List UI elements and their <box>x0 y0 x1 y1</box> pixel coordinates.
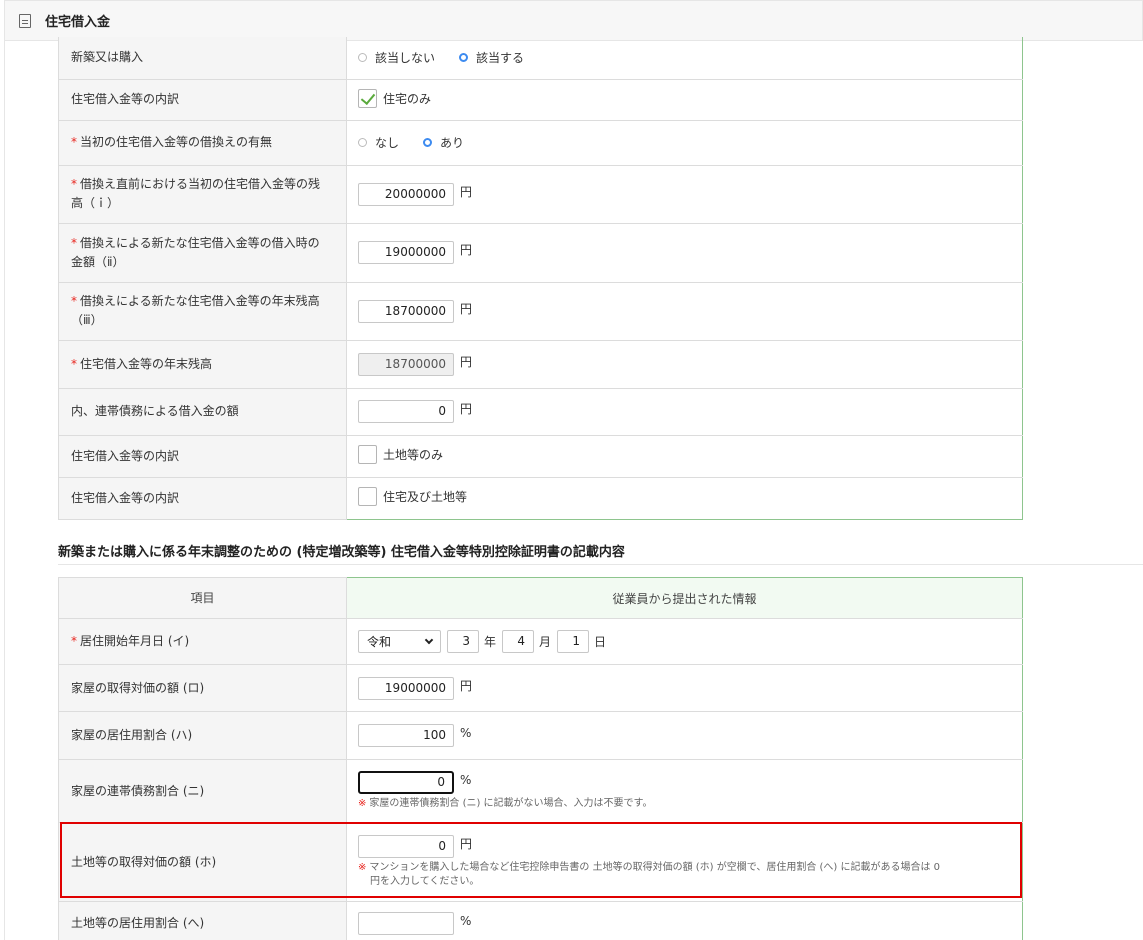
row-label: 住宅借入金等の内訳 <box>58 78 347 121</box>
table-row: 住宅借入金等の内訳 土地等のみ <box>58 434 1023 478</box>
section-title: 新築または購入に係る年末調整のための (特定増改築等) 住宅借入金等特別控除証明… <box>58 545 625 560</box>
row-label: * 借換え直前における当初の住宅借入金等の残 高（ｉ） <box>58 164 347 224</box>
page-header: 住宅借入金 <box>4 0 1143 41</box>
new-or-purchase-radio-group: 該当しない 該当する <box>358 49 1011 66</box>
radio-yes[interactable]: あり <box>423 134 464 151</box>
row-label: * 借換えによる新たな住宅借入金等の年末残高 （ⅲ） <box>58 281 347 341</box>
new-loan-amount-input[interactable]: 19000000 <box>358 241 454 264</box>
left-rail-divider <box>4 41 5 940</box>
table-row: 家屋の連帯債務割合 (ニ) 0% ※ 家屋の連帯債務割合 (ニ) に記載がない場合… <box>58 759 1023 823</box>
table-row: 土地等の取得対価の額 (ホ) 0円 ※ マンションを購入した場合など住宅控除申告書… <box>58 822 1023 902</box>
row-label: 土地等の居住用割合 (へ) <box>58 901 347 940</box>
row-label: * 当初の住宅借入金等の借換えの有無 <box>58 119 347 166</box>
row-label: 家屋の取得対価の額 (ロ) <box>58 664 347 712</box>
balance-before-input[interactable]: 20000000 <box>358 182 454 206</box>
day-input[interactable]: 1 <box>557 630 590 653</box>
row-label: 家屋の居住用割合 (ハ) <box>58 711 347 760</box>
refinance-radio-group: なし あり <box>358 134 1011 151</box>
table-row: * 当初の住宅借入金等の借換えの有無 なし あり <box>58 119 1023 166</box>
checkbox-icon <box>358 487 377 506</box>
column-header-info: 従業員から提出された情報 <box>346 577 1023 619</box>
radio-dot-icon <box>423 138 433 147</box>
land-residential-ratio-input[interactable] <box>358 912 454 935</box>
table-header-row: 項目 従業員から提出された情報 <box>58 577 1023 619</box>
table-row: 住宅借入金等の内訳 住宅のみ <box>58 78 1023 121</box>
table-row: 新築又は購入 該当しない 該当する <box>58 37 1023 80</box>
radio-dot-icon <box>358 53 367 63</box>
document-icon <box>19 13 31 28</box>
table-row: * 居住開始年月日 (イ) 令和 3 年 4 月 1 日 <box>58 618 1023 665</box>
row-label: * 借換えによる新たな住宅借入金等の借入時の 金額（ⅱ） <box>58 222 347 283</box>
land-cost-input[interactable]: 0 <box>358 835 454 858</box>
radio-not-applicable[interactable]: 該当しない <box>358 49 435 66</box>
table-row: 住宅借入金等の内訳 住宅及び土地等 <box>58 476 1023 520</box>
checkbox-house-and-land[interactable]: 住宅及び土地等 <box>358 487 467 506</box>
year-end-balance-input: 18700000 <box>358 352 454 376</box>
row-label: 内、連帯債務による借入金の額 <box>58 387 347 436</box>
month-input[interactable]: 4 <box>502 630 535 653</box>
radio-applicable[interactable]: 該当する <box>459 49 524 66</box>
checkbox-house-only[interactable]: 住宅のみ <box>358 88 431 108</box>
row-label: * 住宅借入金等の年末残高 <box>58 339 347 389</box>
table-row: * 借換えによる新たな住宅借入金等の借入時の 金額（ⅱ） 19000000 円 <box>58 222 1023 283</box>
loan-details-table: 新築又は購入 該当しない 該当する 住宅借入金等の内訳 住宅のみ * 当初の住宅借… <box>58 37 1023 520</box>
certificate-table: 項目 従業員から提出された情報 * 居住開始年月日 (イ) 令和 3 年 4 月 … <box>58 577 1023 940</box>
table-row: 家屋の取得対価の額 (ロ) 19000000 円 <box>58 664 1023 712</box>
house-joint-ratio-input[interactable]: 0 <box>358 771 454 794</box>
row-label: 新築又は購入 <box>58 37 347 80</box>
table-row: 家屋の居住用割合 (ハ) 100% <box>58 711 1023 760</box>
row-label: 住宅借入金等の内訳 <box>58 476 347 520</box>
checkmark-icon <box>358 88 377 108</box>
house-joint-ratio-note: ※ 家屋の連帯債務割合 (ニ) に記載がない場合、入力は不要です。 <box>358 798 653 809</box>
house-residential-ratio-input[interactable]: 100 <box>358 724 454 747</box>
table-row: * 借換え直前における当初の住宅借入金等の残 高（ｉ） 20000000 円 <box>58 164 1023 224</box>
table-row: * 借換えによる新たな住宅借入金等の年末残高 （ⅲ） 18700000 円 <box>58 281 1023 341</box>
row-label: * 居住開始年月日 (イ) <box>58 618 347 665</box>
land-cost-note: ※ マンションを購入した場合など住宅控除申告書の 土地等の取得対価の額 (ホ) が… <box>358 862 941 887</box>
radio-no[interactable]: なし <box>358 134 399 151</box>
section-divider <box>58 564 1143 565</box>
chevron-down-icon <box>424 635 434 645</box>
table-row: 内、連帯債務による借入金の額 0円 <box>58 387 1023 436</box>
row-label: 家屋の連帯債務割合 (ニ) <box>58 759 347 823</box>
house-cost-input[interactable]: 19000000 <box>358 676 454 700</box>
joint-debt-input[interactable]: 0 <box>358 400 454 423</box>
radio-dot-icon <box>459 53 469 63</box>
new-loan-year-end-input[interactable]: 18700000 <box>358 299 454 323</box>
row-label: 住宅借入金等の内訳 <box>58 434 347 478</box>
table-row: * 住宅借入金等の年末残高 18700000 円 <box>58 339 1023 389</box>
table-row: 土地等の居住用割合 (へ) % <box>58 901 1023 940</box>
radio-dot-icon <box>358 138 367 147</box>
page-title: 住宅借入金 <box>45 15 111 30</box>
era-select[interactable]: 令和 <box>358 630 441 653</box>
column-header-item: 項目 <box>58 577 347 619</box>
checkbox-land-only[interactable]: 土地等のみ <box>358 445 443 464</box>
row-label: 土地等の取得対価の額 (ホ) <box>58 822 347 902</box>
checkbox-icon <box>358 445 377 464</box>
year-input[interactable]: 3 <box>447 630 479 653</box>
